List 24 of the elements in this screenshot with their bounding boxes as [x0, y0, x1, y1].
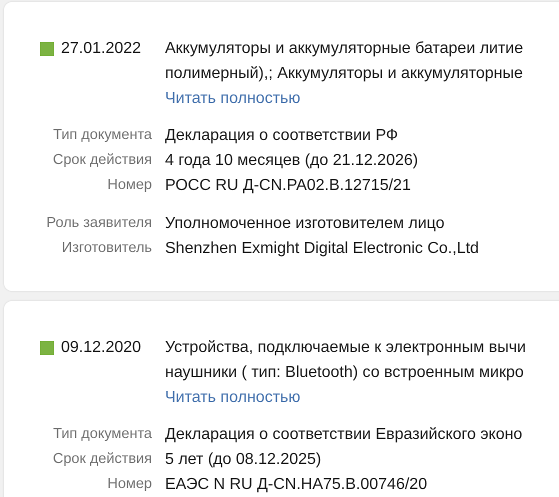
product-description: Устройства, подключаемые к электронным вычи: [165, 338, 526, 358]
field-label: Тип документа: [53, 126, 152, 145]
field-value: РОСС RU Д-CN.PA02.B.12715/21: [165, 176, 411, 196]
field-value: Уполномоченное изготовителем лицо: [165, 214, 445, 234]
document-date: 27.01.2022: [61, 39, 142, 59]
field-label: Номер: [107, 475, 152, 494]
field-label: Срок действия: [52, 450, 152, 469]
field-value: 5 лет (до 08.12.2025): [165, 450, 322, 470]
product-description: наушники ( тип: Bluetooth) со встроенным микро: [165, 363, 524, 383]
read-more-link[interactable]: Читать полностью: [165, 86, 300, 111]
field-label: Номер: [107, 176, 152, 195]
field-value: Декларация о соответствии РФ: [165, 126, 398, 146]
field-value: ЕАЭС N RU Д-CN.HA75.B.00746/20: [165, 475, 428, 495]
read-more-link[interactable]: Читать полностью: [165, 385, 300, 410]
document-date: 09.12.2020: [61, 338, 142, 358]
product-description: Аккумуляторы и аккумуляторные батареи литие: [165, 39, 524, 59]
field-value: 4 года 10 месяцев (до 21.12.2026): [165, 151, 418, 171]
field-label: Изготовитель: [62, 239, 152, 258]
field-label: Роль заявителя: [46, 214, 152, 233]
field-value: Shenzhen Exmight Digital Electronic Co.,Ltd: [165, 239, 479, 259]
field-label: Тип документа: [53, 425, 152, 444]
field-label: Срок действия: [52, 151, 152, 170]
product-description: полимерный),; Аккумуляторы и аккумуляторные: [165, 64, 523, 84]
field-value: Декларация о соответствии Евразийского эконо: [165, 425, 522, 445]
